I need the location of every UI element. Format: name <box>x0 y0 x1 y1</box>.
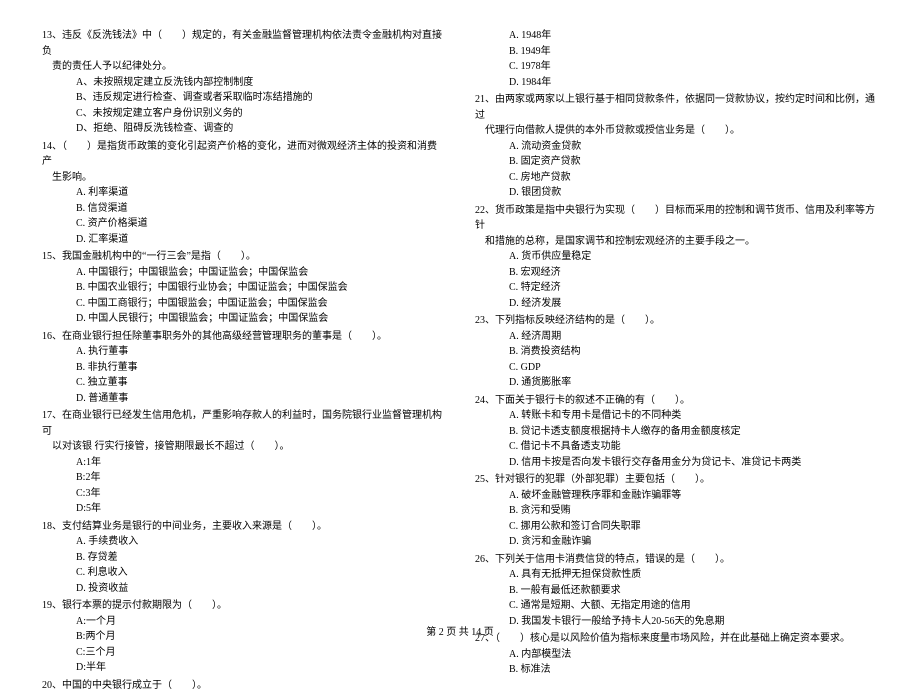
q13-opt-d: D、拒绝、阻碍反洗钱检查、调查的 <box>42 121 445 137</box>
left-column: 13、违反《反洗钱法》中（ ）规定的，有关金融监督管理机构依法责令金融机构对直接… <box>42 28 467 610</box>
q25-opt-b: B. 贪污和受贿 <box>475 503 878 519</box>
q26-opt-c: C. 通常是短期、大额、无指定用途的信用 <box>475 598 878 614</box>
q20-opt-c: C. 1978年 <box>475 59 878 75</box>
q26-opt-b: B. 一般有最低还款额要求 <box>475 583 878 599</box>
question-16: 16、在商业银行担任除董事职务外的其他高级经营管理职务的董事是（ ）。 A. 执… <box>42 329 445 407</box>
q14-opt-c: C. 资产价格渠道 <box>42 216 445 232</box>
q16-stem: 16、在商业银行担任除董事职务外的其他高级经营管理职务的董事是（ ）。 <box>42 329 445 345</box>
q18-stem: 18、支付结算业务是银行的中间业务，主要收入来源是（ ）。 <box>42 519 445 535</box>
question-20-opts: A. 1948年 B. 1949年 C. 1978年 D. 1984年 <box>475 28 878 90</box>
question-26: 26、下列关于信用卡消费信贷的特点，错误的是（ ）。 A. 具有无抵押无担保贷款… <box>475 552 878 630</box>
q22-opt-b: B. 宏观经济 <box>475 265 878 281</box>
question-13: 13、违反《反洗钱法》中（ ）规定的，有关金融监督管理机构依法责令金融机构对直接… <box>42 28 445 137</box>
q23-opt-b: B. 消费投资结构 <box>475 344 878 360</box>
q18-opt-a: A. 手续费收入 <box>42 534 445 550</box>
q14-stem-cont: 生影响。 <box>42 170 445 186</box>
question-20: 20、中国的中央银行成立于（ ）。 <box>42 678 445 693</box>
q14-opt-d: D. 汇率渠道 <box>42 232 445 248</box>
q20-opt-d: D. 1984年 <box>475 75 878 91</box>
page-body: 13、违反《反洗钱法》中（ ）规定的，有关金融监督管理机构依法责令金融机构对直接… <box>0 0 920 610</box>
question-14: 14、（ ）是指货币政策的变化引起资产价格的变化，进而对微观经济主体的投资和消费… <box>42 139 445 248</box>
q23-opt-a: A. 经济周期 <box>475 329 878 345</box>
q26-stem: 26、下列关于信用卡消费信贷的特点，错误的是（ ）。 <box>475 552 878 568</box>
page-footer: 第 2 页 共 14 页 <box>0 623 920 638</box>
q21-opt-a: A. 流动资金贷款 <box>475 139 878 155</box>
q17-stem-cont: 以对该银 行实行接管，接管期限最长不超过（ ）。 <box>42 439 445 455</box>
q25-stem: 25、针对银行的犯罪（外部犯罪）主要包括（ ）。 <box>475 472 878 488</box>
q13-stem: 13、违反《反洗钱法》中（ ）规定的，有关金融监督管理机构依法责令金融机构对直接… <box>42 28 445 59</box>
q17-opt-c: C:3年 <box>42 486 445 502</box>
q22-opt-a: A. 货币供应量稳定 <box>475 249 878 265</box>
q18-opt-b: B. 存贷差 <box>42 550 445 566</box>
q13-opt-a: A、未按照规定建立反洗钱内部控制制度 <box>42 75 445 91</box>
right-column: A. 1948年 B. 1949年 C. 1978年 D. 1984年 21、由… <box>467 28 878 610</box>
q19-stem: 19、银行本票的提示付款期限为（ ）。 <box>42 598 445 614</box>
q23-opt-c: C. GDP <box>475 360 878 376</box>
q15-opt-d: D. 中国人民银行；中国银监会；中国证监会；中国保监会 <box>42 311 445 327</box>
q21-opt-c: C. 房地产贷款 <box>475 170 878 186</box>
question-21: 21、由两家或两家以上银行基于相同贷款条件，依据同一贷款协议，按约定时间和比例，… <box>475 92 878 201</box>
q21-stem-cont: 代理行向借款人提供的本外币贷款或授信业务是（ ）。 <box>475 123 878 139</box>
q21-opt-d: D. 银团贷款 <box>475 185 878 201</box>
q26-opt-a: A. 具有无抵押无担保贷款性质 <box>475 567 878 583</box>
q22-opt-c: C. 特定经济 <box>475 280 878 296</box>
question-23: 23、下列指标反映经济结构的是（ ）。 A. 经济周期 B. 消费投资结构 C.… <box>475 313 878 391</box>
q24-opt-b: B. 贷记卡透支额度根据持卡人缴存的备用金额度核定 <box>475 424 878 440</box>
q13-opt-b: B、违反规定进行检查、调查或者采取临时冻结措施的 <box>42 90 445 106</box>
question-25: 25、针对银行的犯罪（外部犯罪）主要包括（ ）。 A. 破坏金融管理秩序罪和金融… <box>475 472 878 550</box>
q16-opt-a: A. 执行董事 <box>42 344 445 360</box>
q24-opt-c: C. 借记卡不具备透支功能 <box>475 439 878 455</box>
q14-opt-a: A. 利率渠道 <box>42 185 445 201</box>
q27-opt-b: B. 标准法 <box>475 662 878 678</box>
q21-stem: 21、由两家或两家以上银行基于相同贷款条件，依据同一贷款协议，按约定时间和比例，… <box>475 92 878 123</box>
q27-opt-a: A. 内部模型法 <box>475 647 878 663</box>
q13-stem-cont: 责的责任人予以纪律处分。 <box>42 59 445 75</box>
q24-opt-d: D. 信用卡按是否向发卡银行交存备用金分为贷记卡、准贷记卡两类 <box>475 455 878 471</box>
q20-opt-a: A. 1948年 <box>475 28 878 44</box>
q18-opt-c: C. 利息收入 <box>42 565 445 581</box>
q19-opt-c: C:三个月 <box>42 645 445 661</box>
q15-stem: 15、我国金融机构中的“一行三会”是指（ ）。 <box>42 249 445 265</box>
q25-opt-d: D. 贪污和金融诈骗 <box>475 534 878 550</box>
q25-opt-c: C. 挪用公款和签订合同失职罪 <box>475 519 878 535</box>
q15-opt-b: B. 中国农业银行；中国银行业协会；中国证监会；中国保监会 <box>42 280 445 296</box>
q16-opt-c: C. 独立董事 <box>42 375 445 391</box>
question-15: 15、我国金融机构中的“一行三会”是指（ ）。 A. 中国银行；中国银监会；中国… <box>42 249 445 327</box>
q24-stem: 24、下面关于银行卡的叙述不正确的有（ ）。 <box>475 393 878 409</box>
q25-opt-a: A. 破坏金融管理秩序罪和金融诈骗罪等 <box>475 488 878 504</box>
q15-opt-c: C. 中国工商银行；中国银监会；中国证监会；中国保监会 <box>42 296 445 312</box>
q24-opt-a: A. 转账卡和专用卡是借记卡的不同种类 <box>475 408 878 424</box>
q17-opt-b: B:2年 <box>42 470 445 486</box>
q21-opt-b: B. 固定资产贷款 <box>475 154 878 170</box>
q19-opt-d: D:半年 <box>42 660 445 676</box>
q17-opt-d: D:5年 <box>42 501 445 517</box>
q22-stem: 22、货币政策是指中央银行为实现（ ）目标而采用的控制和调节货币、信用及利率等方… <box>475 203 878 234</box>
q17-opt-a: A:1年 <box>42 455 445 471</box>
question-18: 18、支付结算业务是银行的中间业务，主要收入来源是（ ）。 A. 手续费收入 B… <box>42 519 445 597</box>
q17-stem: 17、在商业银行已经发生信用危机，严重影响存款人的利益时，国务院银行业监督管理机… <box>42 408 445 439</box>
question-22: 22、货币政策是指中央银行为实现（ ）目标而采用的控制和调节货币、信用及利率等方… <box>475 203 878 312</box>
q13-opt-c: C、未按规定建立客户身份识别义务的 <box>42 106 445 122</box>
q14-stem: 14、（ ）是指货币政策的变化引起资产价格的变化，进而对微观经济主体的投资和消费… <box>42 139 445 170</box>
q20-opt-b: B. 1949年 <box>475 44 878 60</box>
q23-opt-d: D. 通货膨胀率 <box>475 375 878 391</box>
q18-opt-d: D. 投资收益 <box>42 581 445 597</box>
q16-opt-d: D. 普通董事 <box>42 391 445 407</box>
q22-stem-cont: 和措施的总称，是国家调节和控制宏观经济的主要手段之一。 <box>475 234 878 250</box>
q15-opt-a: A. 中国银行；中国银监会；中国证监会；中国保监会 <box>42 265 445 281</box>
q20-stem: 20、中国的中央银行成立于（ ）。 <box>42 678 445 693</box>
question-17: 17、在商业银行已经发生信用危机，严重影响存款人的利益时，国务院银行业监督管理机… <box>42 408 445 517</box>
q14-opt-b: B. 信贷渠道 <box>42 201 445 217</box>
q23-stem: 23、下列指标反映经济结构的是（ ）。 <box>475 313 878 329</box>
question-24: 24、下面关于银行卡的叙述不正确的有（ ）。 A. 转账卡和专用卡是借记卡的不同… <box>475 393 878 471</box>
q22-opt-d: D. 经济发展 <box>475 296 878 312</box>
q16-opt-b: B. 非执行董事 <box>42 360 445 376</box>
